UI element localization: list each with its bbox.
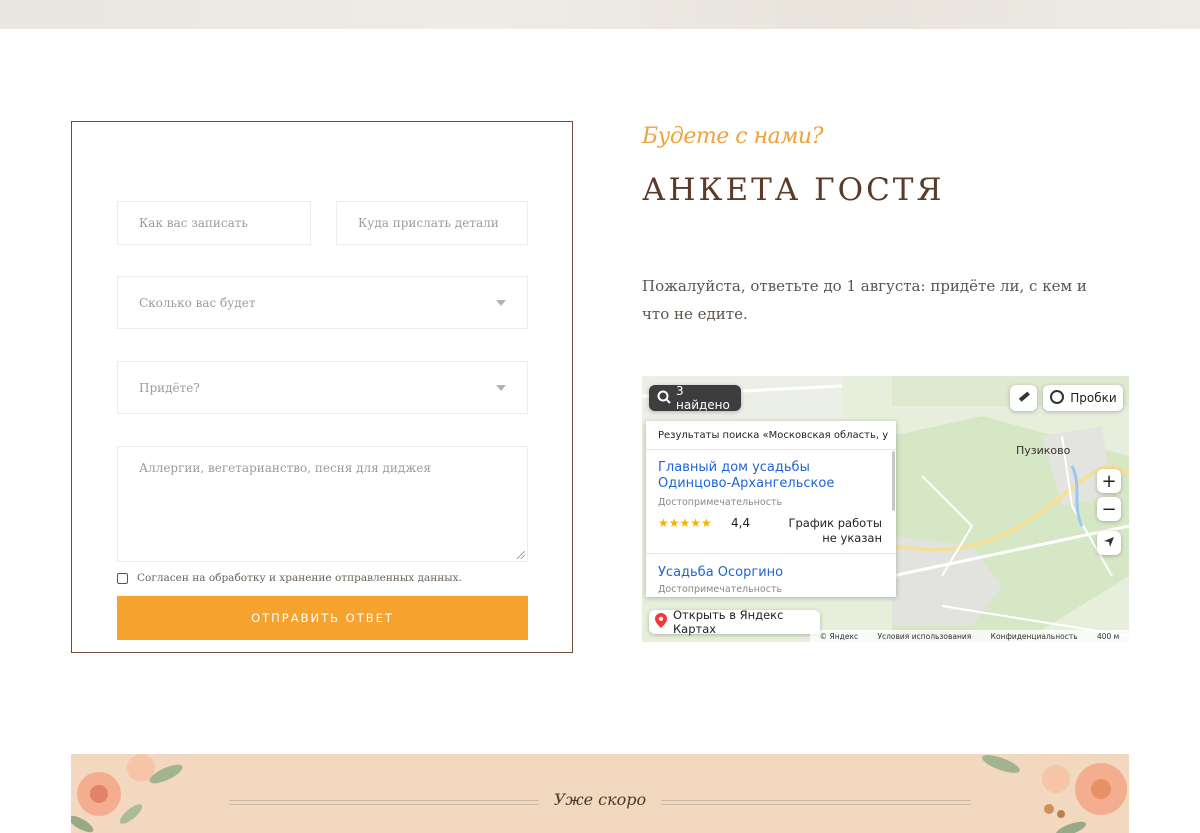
search-results-panel: Результаты поиска «Московская область, у… [646,421,896,597]
divider [646,449,896,450]
chevron-down-icon [496,299,506,306]
traffic-icon [1049,389,1065,408]
result-category-2: Достопримечательность [658,584,783,595]
attendance-select[interactable]: Придёте? [117,361,528,414]
footer-privacy-link[interactable]: Конфиденциальность [991,632,1078,641]
map-widget[interactable]: 3 найдено Пробки Пузиково + − Результаты… [642,376,1129,642]
consent-checkbox[interactable] [117,572,128,584]
ruler-icon [1017,390,1031,407]
search-results-count[interactable]: 3 найдено [649,384,741,412]
contact-placeholder: Куда прислать детали [358,216,499,230]
attendance-placeholder: Придёте? [139,380,200,395]
traffic-button[interactable]: Пробки [1043,385,1123,411]
consent-row: Согласен на обработку и хранение отправл… [117,571,462,585]
name-placeholder: Как вас записать [139,216,248,230]
guest-count-placeholder: Сколько вас будет [139,295,256,310]
open-label: Открыть в Яндекс Картах [673,608,784,636]
rating-stars-icon: ★★★★★ [658,516,712,530]
footer-brand: © Яндекс [819,631,859,641]
countdown-banner: Уже скоро [71,754,1129,833]
result-link-1[interactable]: Главный дом усадьбы Одинцово-Архангельск… [658,460,883,492]
ruler-button[interactable] [1010,385,1037,411]
chevron-down-icon [496,384,506,391]
name-input[interactable]: Как вас записать [117,201,311,245]
top-strip [0,0,1200,29]
open-in-yandex-maps-button[interactable]: Открыть в Яндекс Картах [649,608,820,636]
notes-textarea[interactable]: Аллергии, вегетарианство, песня для дидж… [117,446,528,562]
result-rating-1: 4,4 [731,516,751,530]
place-label: Пузиково [1016,444,1071,457]
divider [646,553,896,554]
footer-terms-link[interactable]: Условия использования [877,632,971,641]
map-footer: © Яндекс Условия использования Конфиденц… [810,630,1129,642]
results-scrollbar[interactable] [892,451,895,511]
result-category-1: Достопримечательность [658,497,783,508]
zoom-in-button[interactable]: + [1097,469,1121,493]
scale-label: 400 м [1096,631,1120,641]
guest-count-select[interactable]: Сколько вас будет [117,276,528,329]
result-hours-1: График работы не указан [788,516,882,545]
resize-handle-icon[interactable] [517,551,525,559]
navigation-arrow-icon [1102,535,1116,552]
search-icon [657,390,671,407]
zoom-out-button[interactable]: − [1097,497,1121,521]
script-subtitle: Будете с нами? [642,124,823,149]
locate-button[interactable] [1097,531,1121,555]
contact-input[interactable]: Куда прислать детали [336,201,528,245]
found-label: 3 найдено [676,384,730,412]
page-title: АНКЕТА ГОСТЯ [642,172,945,208]
consent-label: Согласен на обработку и хранение отправл… [137,572,462,584]
banner-text: Уже скоро [553,790,647,809]
map-pin-icon [655,613,667,631]
description: Пожалуйста, ответьте до 1 августа: придё… [642,277,1087,323]
results-header: Результаты поиска «Московская область, у… [658,430,888,441]
result-link-2[interactable]: Усадьба Осоргино [658,565,783,580]
notes-placeholder: Аллергии, вегетарианство, песня для дидж… [139,461,431,475]
traffic-label: Пробки [1070,391,1117,405]
submit-button[interactable]: ОТПРАВИТЬ ОТВЕТ [117,596,528,640]
